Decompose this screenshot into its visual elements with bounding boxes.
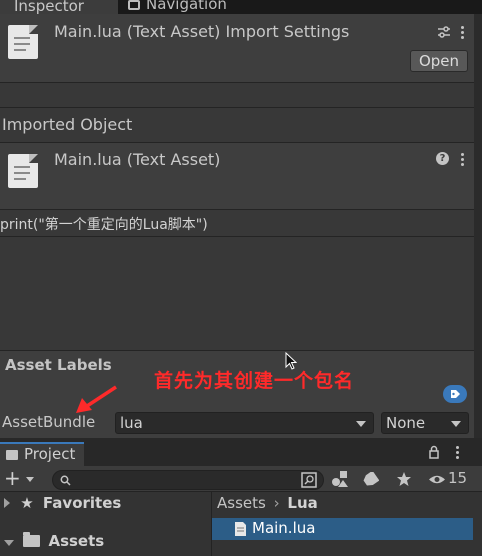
search-icon [60, 475, 71, 486]
spacer [0, 83, 474, 107]
tag-icon[interactable] [443, 385, 467, 403]
text-preview: print("第一个重定向的Lua脚本") [0, 210, 474, 236]
info-icon [0, 0, 8, 12]
asset-labels-header: Asset Labels [5, 356, 112, 374]
tab-navigation-label: Navigation [146, 0, 227, 13]
imported-object-title: Main.lua (Text Asset) [54, 150, 221, 169]
chevron-down-icon [26, 477, 34, 482]
open-button[interactable]: Open [410, 50, 468, 72]
tab-navigation[interactable]: Navigation [120, 0, 300, 14]
import-settings-header: Main.lua (Text Asset) Import Settings Op… [0, 14, 474, 82]
more-options-icon[interactable] [461, 26, 465, 41]
breadcrumb: Assets › Lua [217, 494, 318, 512]
plus-icon: + [4, 466, 21, 490]
project-folder-icon [6, 450, 18, 460]
more-options-icon[interactable] [461, 153, 465, 168]
star-icon: ★ [20, 494, 34, 512]
annotation-arrow [76, 385, 117, 413]
chevron-down-icon [356, 421, 366, 427]
breadcrumb-separator-icon: › [273, 494, 280, 512]
tree-item-favorites[interactable]: ★ Favorites [4, 494, 121, 514]
favorites-star-icon[interactable] [396, 471, 412, 487]
annotation-text: 首先为其创建一个包名 [154, 370, 355, 392]
divider [0, 107, 474, 108]
import-settings-title: Main.lua (Text Asset) Import Settings [54, 22, 350, 41]
expand-arrow-icon[interactable] [4, 498, 10, 508]
imported-object-label: Imported Object [2, 115, 133, 134]
text-asset-icon [8, 25, 38, 59]
eye-icon [429, 475, 445, 484]
text-asset-icon [8, 154, 38, 188]
collapse-arrow-icon[interactable] [4, 540, 14, 546]
breadcrumb-lua[interactable]: Lua [287, 494, 317, 512]
project-search-input[interactable] [52, 470, 324, 490]
project-tab-label: Project [24, 445, 76, 463]
file-name: Main.lua [252, 519, 316, 537]
tree-item-assets[interactable]: Assets [4, 532, 104, 552]
breadcrumb-assets[interactable]: Assets [217, 494, 266, 512]
folder-icon [23, 532, 41, 547]
filter-by-label-icon[interactable] [363, 472, 379, 486]
assetbundle-name-dropdown[interactable]: lua [115, 412, 374, 434]
presets-icon[interactable] [437, 25, 451, 39]
create-menu-button[interactable]: + [4, 466, 38, 490]
inspector-scrollbar[interactable] [474, 14, 482, 438]
text-file-icon [235, 522, 246, 536]
text-preview-content: print("第一个重定向的Lua脚本") [0, 217, 208, 233]
assetbundle-name-value: lua [120, 414, 143, 432]
chevron-down-icon [451, 421, 461, 427]
hidden-count: 15 [448, 469, 468, 487]
imported-object-header: Main.lua (Text Asset) ? [0, 143, 474, 209]
more-options-icon[interactable] [456, 446, 460, 461]
lock-icon[interactable] [428, 445, 440, 459]
assetbundle-variant-value: None [386, 414, 426, 432]
hidden-packages-toggle[interactable]: 15 [424, 468, 472, 490]
tab-inspector[interactable]: Inspector [0, 0, 118, 14]
navigation-icon [128, 0, 140, 10]
help-icon[interactable]: ? [436, 152, 449, 165]
assets-label: Assets [48, 532, 105, 550]
filter-by-type-icon[interactable] [331, 470, 351, 488]
assetbundle-variant-dropdown[interactable]: None [381, 412, 469, 434]
scene-search-icon[interactable] [301, 472, 317, 488]
tab-inspector-label: Inspector [14, 0, 84, 14]
window-tab-strip: Inspector Navigation [0, 0, 482, 14]
favorites-label: Favorites [42, 494, 122, 512]
assetbundle-label: AssetBundle [2, 413, 96, 431]
preview-area [0, 237, 474, 350]
list-item[interactable]: Main.lua [212, 518, 473, 540]
